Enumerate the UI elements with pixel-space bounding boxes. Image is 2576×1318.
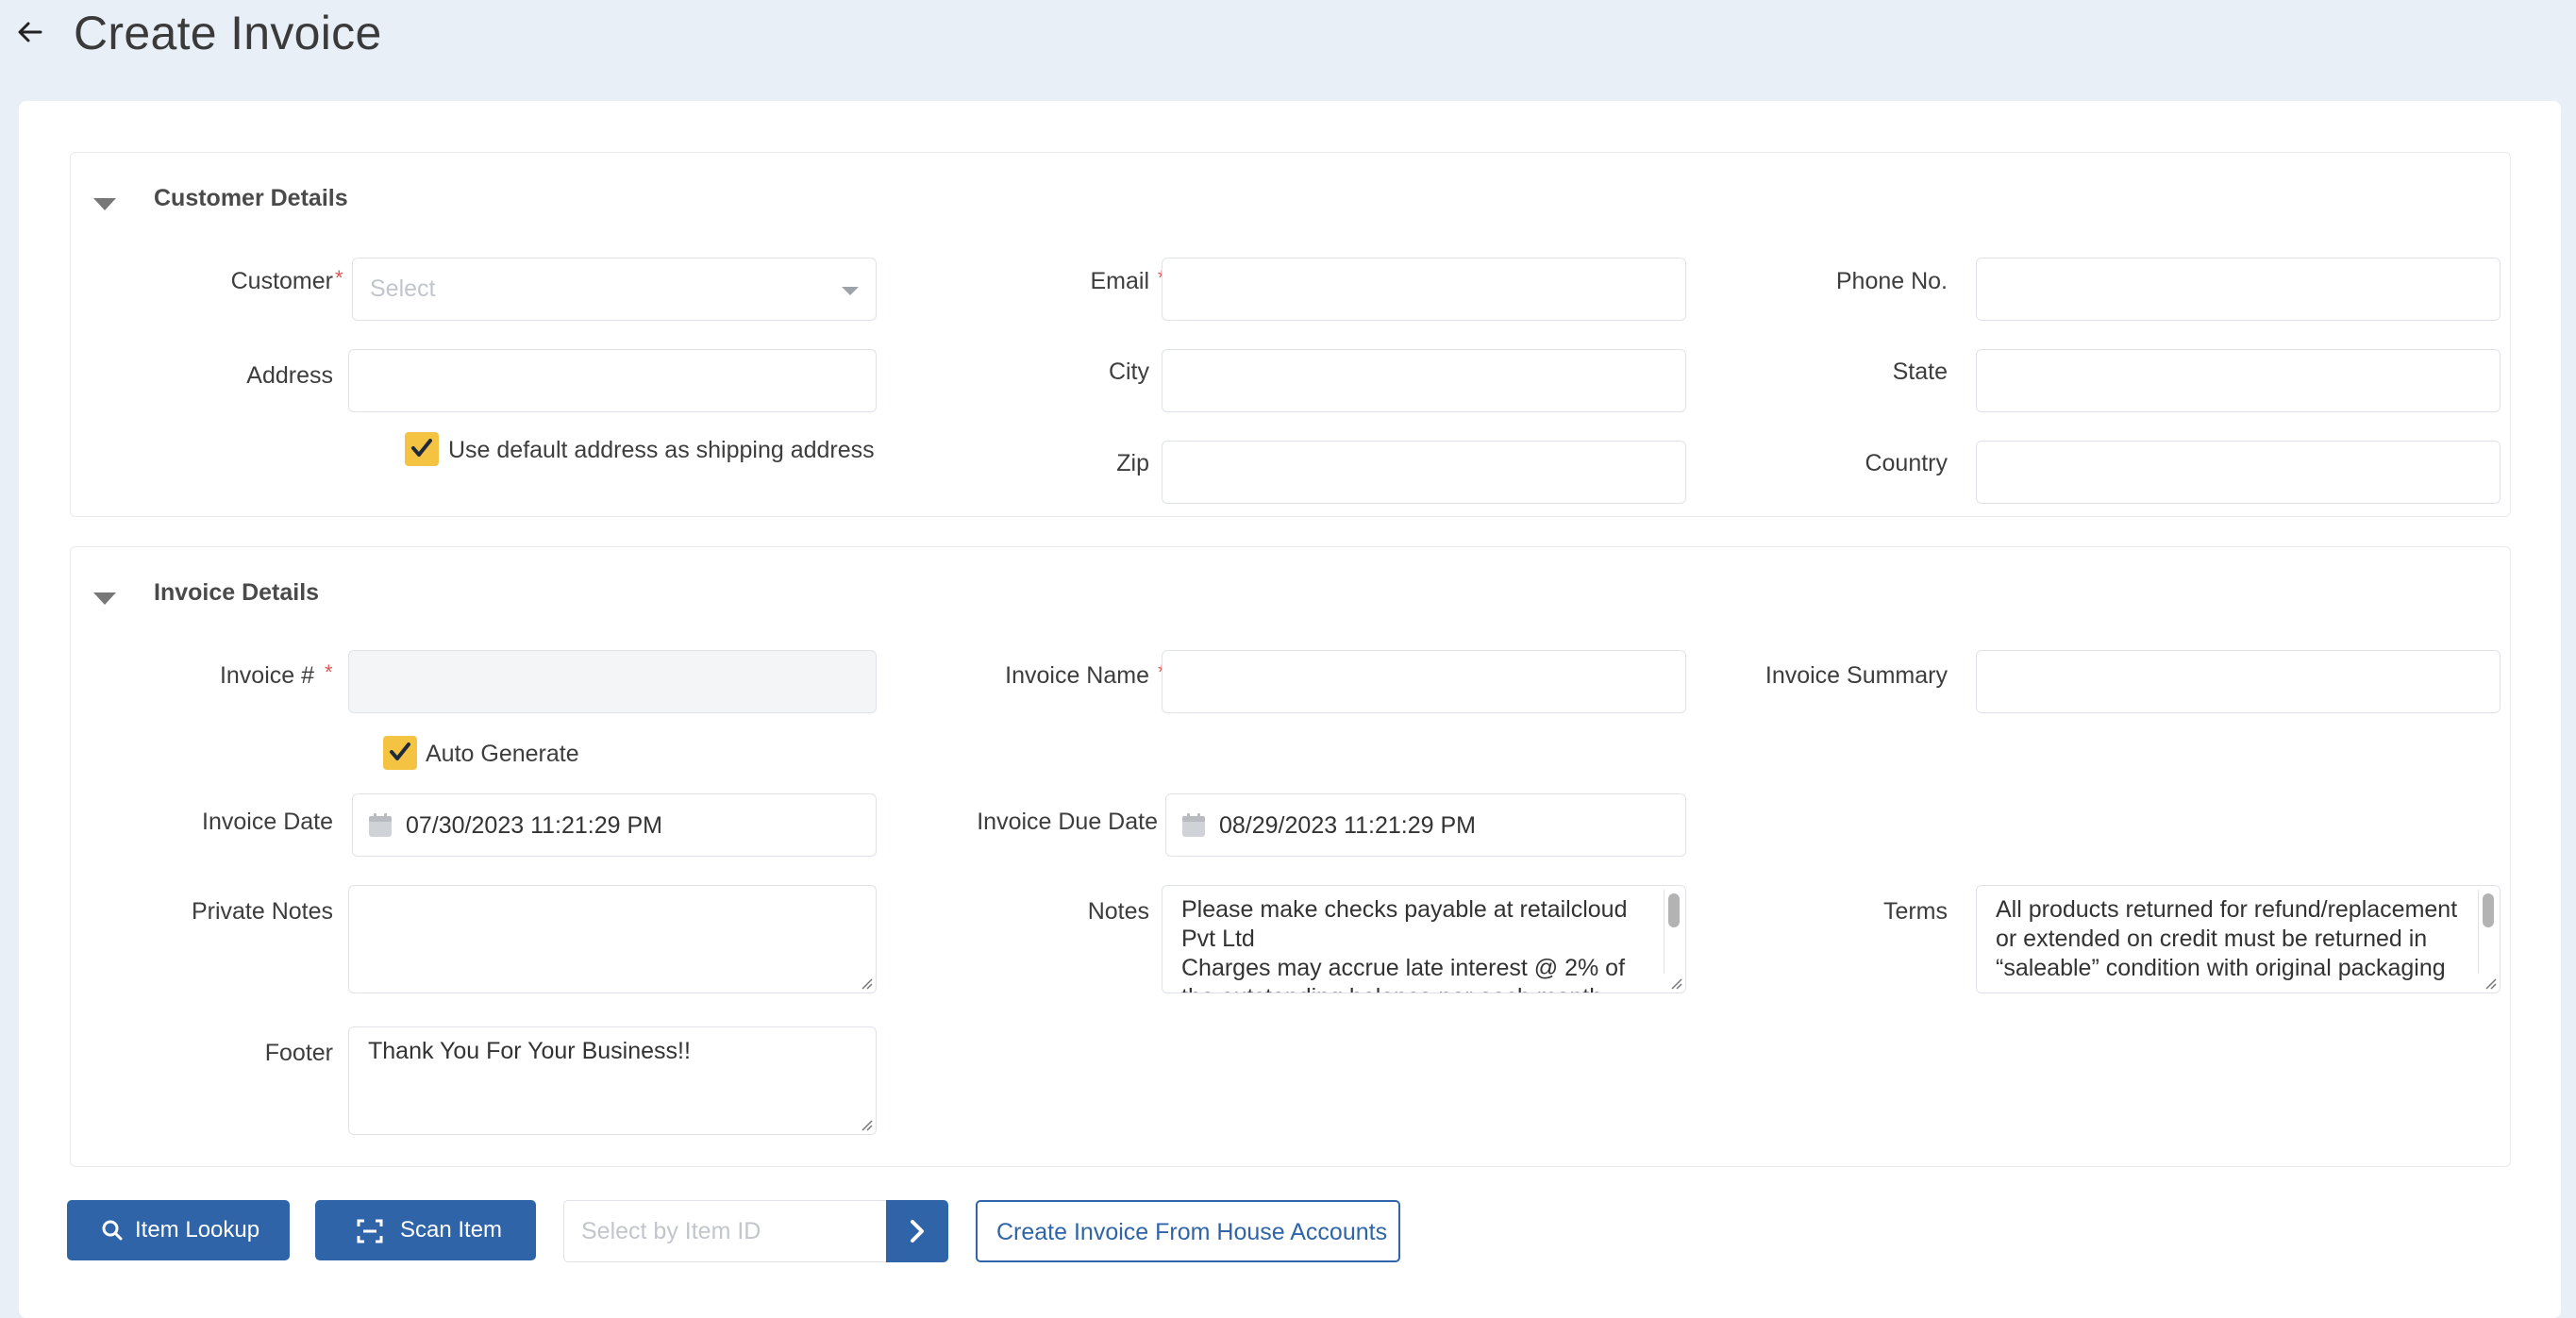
invoice-summary-label: Invoice Summary [1765, 662, 1948, 689]
email-label: Email [1090, 268, 1149, 294]
section-title-invoice: Invoice Details [154, 579, 320, 606]
invoice-name-field[interactable] [1162, 650, 1686, 713]
chevron-down-icon [842, 287, 859, 295]
state-field[interactable] [1976, 349, 2501, 412]
address-field[interactable] [348, 349, 877, 412]
country-label: Country [1865, 450, 1948, 476]
terms-textarea[interactable]: All products returned for refund/replace… [1976, 885, 2501, 993]
page-header: Create Invoice [0, 0, 2576, 85]
section-title-customer: Customer Details [154, 185, 348, 211]
chevron-right-icon [911, 1220, 924, 1243]
resize-grip-icon[interactable] [2484, 976, 2497, 990]
due-date-value: 08/29/2023 11:21:29 PM [1219, 812, 1476, 839]
item-id-submit-button[interactable] [886, 1200, 948, 1262]
invoice-form-card: Customer Details Customer * Select Email… [19, 101, 2561, 1318]
city-label: City [1108, 359, 1149, 385]
collapse-caret-icon[interactable] [93, 198, 116, 210]
country-field[interactable] [1976, 441, 2501, 504]
footer-label: Footer [264, 1040, 333, 1066]
default-address-label: Use default address as shipping address [448, 437, 875, 463]
zip-label: Zip [1116, 450, 1149, 476]
scan-icon [357, 1219, 383, 1243]
item-lookup-button[interactable]: Item Lookup [67, 1200, 290, 1260]
search-icon [102, 1220, 123, 1241]
customer-label: Customer [230, 268, 333, 294]
customer-select[interactable]: Select [352, 258, 877, 321]
private-notes-textarea[interactable] [348, 885, 877, 993]
invoice-date-picker[interactable]: 07/30/2023 11:21:29 PM [352, 793, 877, 857]
due-date-label: Invoice Due Date [977, 809, 1158, 835]
city-field[interactable] [1162, 349, 1686, 412]
notes-scrollbar[interactable] [1664, 890, 1681, 974]
terms-label: Terms [1882, 898, 1948, 925]
customer-select-placeholder: Select [370, 275, 436, 302]
back-arrow-icon[interactable] [15, 17, 45, 47]
notes-text: Please make checks payable at retailclou… [1181, 896, 1628, 993]
resize-grip-icon[interactable] [1669, 976, 1682, 990]
footer-textarea[interactable]: Thank You For Your Business!! [348, 1026, 877, 1135]
due-date-picker[interactable]: 08/29/2023 11:21:29 PM [1165, 793, 1686, 857]
scan-item-button[interactable]: Scan Item [315, 1200, 536, 1260]
auto-generate-label: Auto Generate [426, 741, 579, 767]
calendar-icon [369, 813, 392, 837]
terms-text: All products returned for refund/replace… [1996, 896, 2465, 981]
invoice-name-label: Invoice Name [1005, 662, 1149, 689]
house-accounts-label: Create Invoice From House Accounts [996, 1219, 1388, 1245]
item-id-input[interactable] [563, 1200, 887, 1262]
required-marker: * [325, 660, 333, 684]
terms-scrollbar[interactable] [2478, 890, 2496, 974]
state-label: State [1892, 359, 1948, 385]
page-title: Create Invoice [74, 7, 382, 59]
invoice-date-label: Invoice Date [202, 809, 333, 835]
collapse-caret-icon[interactable] [93, 592, 116, 605]
scan-item-label: Scan Item [400, 1217, 503, 1243]
notes-label: Notes [1087, 898, 1149, 925]
zip-field[interactable] [1162, 441, 1686, 504]
auto-generate-checkbox[interactable] [383, 736, 417, 770]
address-label: Address [246, 362, 333, 389]
invoice-number-field[interactable] [348, 650, 877, 713]
invoice-date-value: 07/30/2023 11:21:29 PM [406, 812, 662, 839]
create-from-house-accounts-button[interactable]: Create Invoice From House Accounts [976, 1200, 1400, 1262]
invoice-details-section: Invoice Details Invoice # * Invoice Name… [70, 546, 2511, 1167]
footer-text: Thank You For Your Business!! [368, 1038, 691, 1064]
checkmark-icon [411, 439, 432, 457]
invoice-number-label: Invoice # [219, 662, 314, 689]
invoice-summary-field[interactable] [1976, 650, 2501, 713]
private-notes-label: Private Notes [191, 898, 333, 925]
customer-details-section: Customer Details Customer * Select Email… [70, 152, 2511, 517]
email-field[interactable] [1162, 258, 1686, 321]
phone-label: Phone No. [1835, 268, 1948, 294]
notes-textarea[interactable]: Please make checks payable at retailclou… [1162, 885, 1686, 993]
phone-field[interactable] [1976, 258, 2501, 321]
checkmark-icon [390, 742, 410, 760]
item-lookup-label: Item Lookup [135, 1217, 260, 1243]
default-address-checkbox[interactable] [405, 432, 439, 466]
resize-grip-icon[interactable] [860, 1118, 873, 1131]
required-marker: * [335, 266, 343, 290]
resize-grip-icon[interactable] [860, 976, 873, 990]
calendar-icon [1182, 813, 1205, 837]
